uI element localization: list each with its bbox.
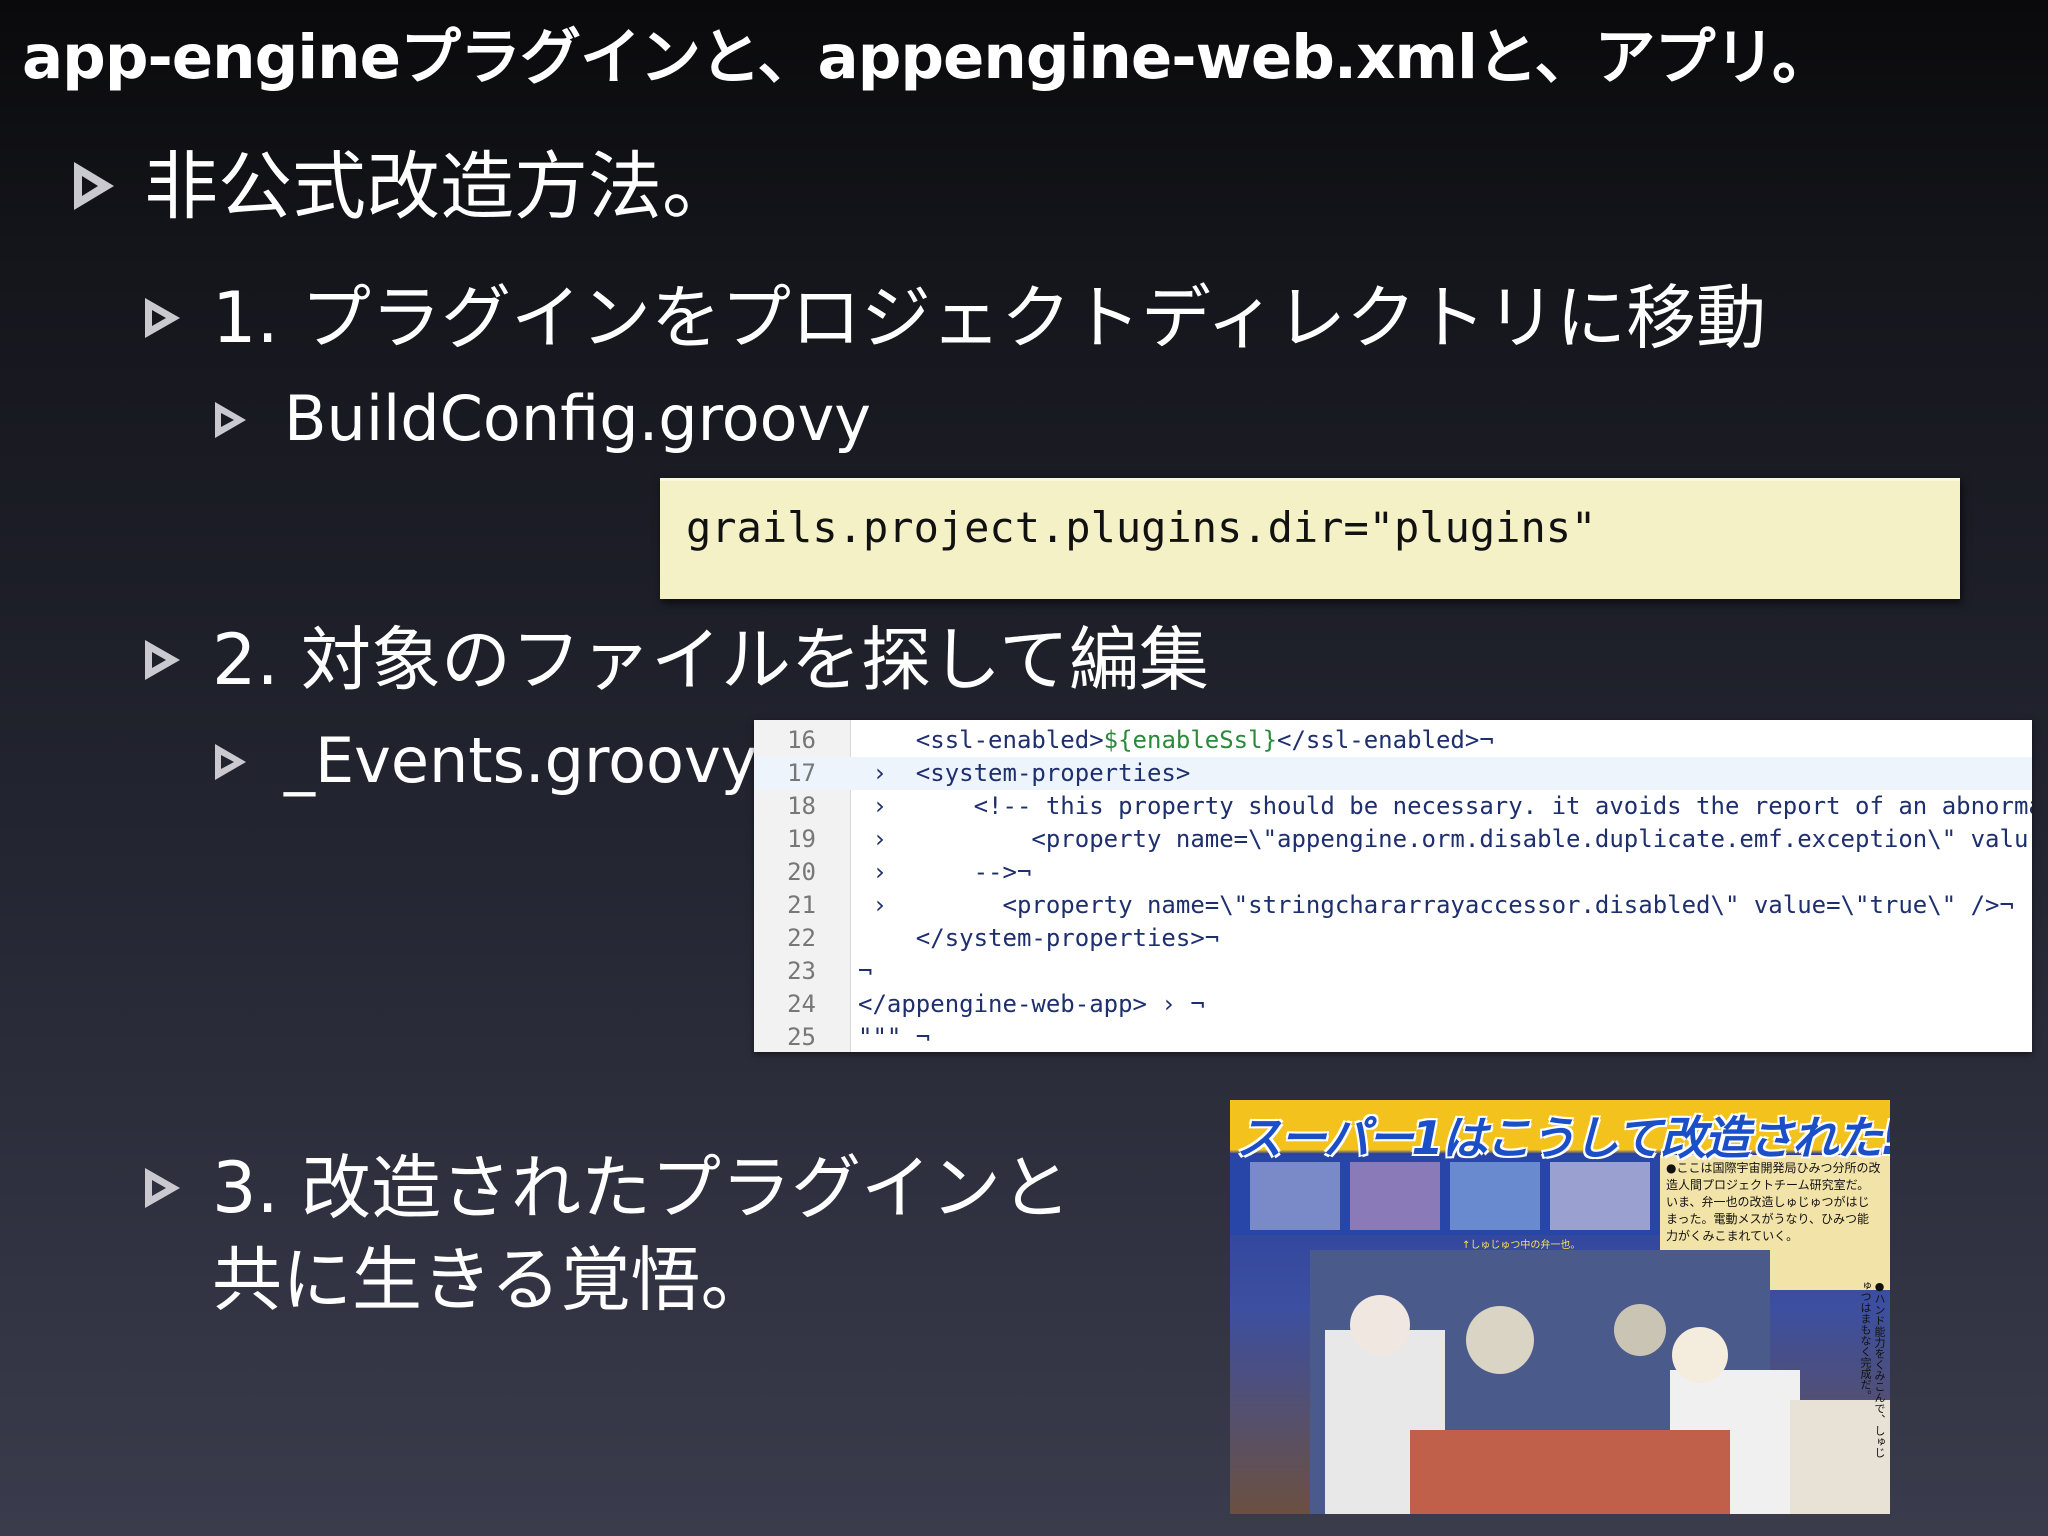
code-line: 21 › <property name=\"stringchararrayacc… bbox=[754, 889, 2032, 922]
bullet-step3-text: 3. 改造されたプラグインと 共に生きる覚悟。 bbox=[212, 1142, 1071, 1326]
code-line: 18 › <!-- this property should be necess… bbox=[754, 790, 2032, 823]
code-segment: </ssl-enabled>¬ bbox=[1277, 726, 1494, 754]
bullet-main: 非公式改造方法。 bbox=[68, 138, 736, 236]
code-segment: ¬ bbox=[858, 957, 873, 985]
photo-side-caption: ●ハンド能力をくみこんで、しゅじゅつはまもなく完成だ。 bbox=[1859, 1280, 1886, 1458]
code-text: <ssl-enabled>${enableSsl}</ssl-enabled>¬ bbox=[858, 724, 1494, 757]
code-highlight: ${enableSsl} bbox=[1103, 726, 1278, 754]
photo-title: スーパー1はこうして改造された! bbox=[1236, 1111, 1890, 1165]
code-segment: </system-properties>¬ bbox=[858, 924, 1220, 952]
code-segment: <ssl-enabled> bbox=[858, 726, 1104, 754]
code-editor-screenshot: 16 <ssl-enabled>${enableSsl}</ssl-enable… bbox=[754, 720, 2032, 1052]
code-line: 22 </system-properties>¬ bbox=[754, 922, 2032, 955]
code-line: 24 </appengine-web-app> › ¬ bbox=[754, 988, 2032, 1021]
bullet-arrow-icon bbox=[210, 398, 250, 442]
photo-small-caption: ↑しゅじゅつ中の弁一也。 bbox=[1462, 1240, 1581, 1251]
bullet-step1-file-text: BuildConfig.groovy bbox=[284, 382, 872, 455]
bullet-step1-text: 1. プラグインをプロジェクトディレクトリに移動 bbox=[212, 277, 1767, 359]
line-number: 24 bbox=[787, 990, 816, 1018]
code-text: › <system-properties> bbox=[858, 757, 1190, 790]
code-segment: """ ¬ bbox=[858, 1023, 931, 1051]
line-number: 17 bbox=[787, 759, 816, 787]
bullet-step2: 2. 対象のファイルを探して編集 bbox=[140, 614, 1209, 706]
code-line: 25 """ ¬ bbox=[754, 1021, 2032, 1052]
code-segment: › <property name=\"stringchararrayaccess… bbox=[858, 891, 2014, 919]
code-segment: › -->¬ bbox=[858, 858, 1032, 886]
bullet-step3-line2: 共に生きる覚悟。 bbox=[212, 1239, 771, 1321]
code-line: 20 › -->¬ bbox=[754, 856, 2032, 889]
code-text: </appengine-web-app> › ¬ bbox=[858, 988, 1205, 1021]
line-number: 16 bbox=[787, 726, 816, 754]
bullet-step2-file: _Events.groovy bbox=[210, 720, 757, 802]
bullet-arrow-icon bbox=[140, 1164, 184, 1212]
slide-title: app-engineプラグインと、appengine-web.xmlと、アプリ。 bbox=[22, 22, 1833, 93]
bullet-arrow-icon bbox=[68, 158, 120, 214]
bullet-step3: 3. 改造されたプラグインと 共に生きる覚悟。 bbox=[140, 1142, 1071, 1326]
bullet-step3-line1: 3. 改造されたプラグインと bbox=[212, 1147, 1072, 1229]
bullet-step2-file-text: _Events.groovy bbox=[284, 724, 758, 797]
bullet-step1: 1. プラグインをプロジェクトディレクトリに移動 bbox=[140, 272, 1766, 364]
bullet-arrow-icon bbox=[210, 740, 250, 784]
code-segment: › <!-- this property should be necessary… bbox=[858, 792, 2032, 820]
bullet-arrow-icon bbox=[140, 636, 184, 684]
line-number: 18 bbox=[787, 792, 816, 820]
code-text: › <property name=\"stringchararrayaccess… bbox=[858, 889, 2014, 922]
bullet-main-text: 非公式改造方法。 bbox=[144, 144, 736, 230]
bullet-step1-file: BuildConfig.groovy bbox=[210, 378, 871, 460]
line-number: 22 bbox=[787, 924, 816, 952]
line-number: 19 bbox=[787, 825, 816, 853]
line-number: 23 bbox=[787, 957, 816, 985]
code-line: 19 › <property name=\"appengine.orm.disa… bbox=[754, 823, 2032, 856]
code-segment: </appengine-web-app> › ¬ bbox=[858, 990, 1205, 1018]
code-line: 23 ¬ bbox=[754, 955, 2032, 988]
code-note: grails.project.plugins.dir="plugins" bbox=[660, 478, 1960, 599]
code-text: › <property name=\"appengine.orm.disable… bbox=[858, 823, 2028, 856]
line-number: 21 bbox=[787, 891, 816, 919]
line-number: 25 bbox=[787, 1023, 816, 1051]
bullet-arrow-icon bbox=[140, 294, 184, 342]
code-text: › -->¬ bbox=[858, 856, 1031, 889]
bullet-step2-text: 2. 対象のファイルを探して編集 bbox=[212, 619, 1209, 701]
code-text: """ ¬ bbox=[858, 1021, 930, 1052]
note-code-text: grails.project.plugins.dir="plugins" bbox=[686, 503, 1597, 552]
line-number: 20 bbox=[787, 858, 816, 886]
code-segment: › <system-properties> bbox=[858, 759, 1191, 787]
code-text: </system-properties>¬ bbox=[858, 922, 1219, 955]
code-text: ¬ bbox=[858, 955, 872, 988]
surgery-photo: スーパー1はこうして改造された! ●ここは国際宇宙開発局ひみつ分所の改造人間プロ… bbox=[1230, 1100, 1890, 1514]
code-line: 17 › <system-properties> bbox=[754, 757, 2032, 790]
code-segment: › <property name=\"appengine.orm.disable… bbox=[858, 825, 2029, 853]
photo-caption: ●ここは国際宇宙開発局ひみつ分所の改造人間プロジェクトチーム研究室だ。いま、弁一… bbox=[1666, 1161, 1881, 1243]
code-text: › <!-- this property should be necessary… bbox=[858, 790, 2032, 823]
code-line: 16 <ssl-enabled>${enableSsl}</ssl-enable… bbox=[754, 724, 2032, 757]
